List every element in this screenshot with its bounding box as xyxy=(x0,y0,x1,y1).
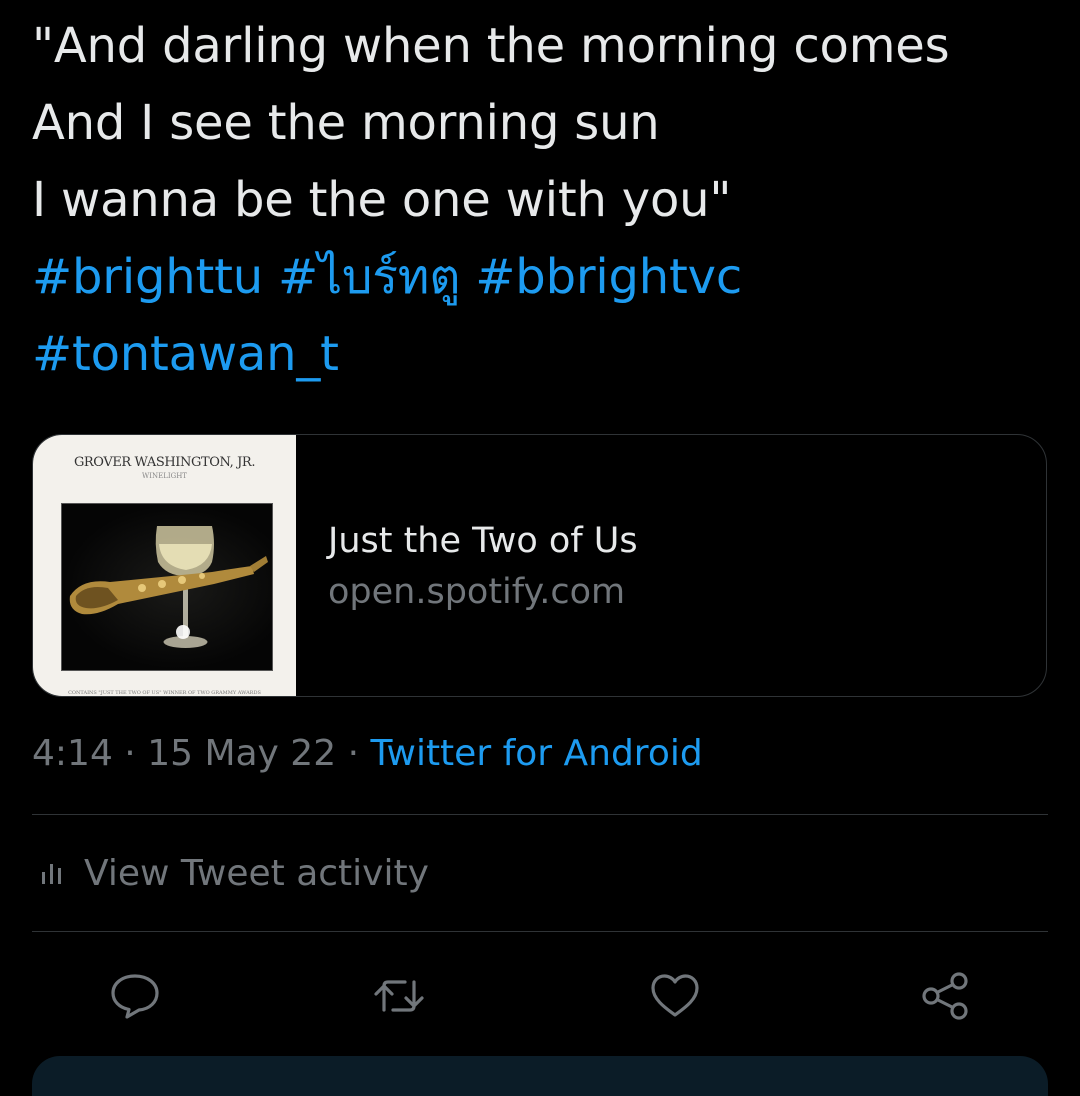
share-button[interactable] xyxy=(917,968,973,1024)
bar-chart-icon xyxy=(38,856,68,890)
album-cover: GROVER WASHINGTON, JR. WINELIGHT CONTAIN… xyxy=(33,435,296,696)
link-card[interactable]: GROVER WASHINGTON, JR. WINELIGHT CONTAIN… xyxy=(32,434,1047,697)
meta-separator: · xyxy=(112,733,148,774)
heart-icon xyxy=(651,974,699,1017)
reply-button[interactable] xyxy=(107,968,163,1024)
card-domain: open.spotify.com xyxy=(328,572,626,612)
hashtag-line: #brighttu #ไบร์ทตู #bbrightvc xyxy=(32,239,1062,316)
view-tweet-activity-button[interactable]: View Tweet activity xyxy=(38,850,429,896)
divider-bottom xyxy=(32,931,1048,932)
reply-icon xyxy=(111,974,159,1019)
tweet-text: "And darling when the morning comes And … xyxy=(32,8,1062,393)
tweet-time: 4:14 xyxy=(32,733,113,774)
hashtag-brighttu[interactable]: #brighttu xyxy=(32,249,263,305)
tweet-line-3: I wanna be the one with you" xyxy=(32,172,732,228)
album-title: WINELIGHT xyxy=(142,472,187,480)
retweet-button[interactable] xyxy=(371,968,427,1024)
share-icon xyxy=(922,972,968,1020)
saxophone-wine-image xyxy=(69,526,268,648)
hashtag-line-2: #tontawan_t xyxy=(32,316,1062,393)
album-photo xyxy=(61,503,273,671)
reply-composer-bar[interactable] xyxy=(32,1056,1048,1096)
hashtag-bbrightvc[interactable]: #bbrightvc xyxy=(475,249,742,305)
tweet-line-1: "And darling when the morning comes xyxy=(32,18,950,74)
hashtag-tontawan[interactable]: #tontawan_t xyxy=(32,326,339,382)
divider-top xyxy=(32,814,1048,815)
meta-separator-2: · xyxy=(336,733,371,774)
tweet-date: 15 May 22 xyxy=(147,733,337,774)
tweet-meta: 4:14 · 15 May 22 · Twitter for Android xyxy=(32,733,703,774)
card-title: Just the Two of Us xyxy=(328,521,638,561)
retweet-icon xyxy=(374,980,424,1012)
hashtag-thai[interactable]: #ไบร์ทตู xyxy=(278,249,460,305)
tweet-source-link[interactable]: Twitter for Android xyxy=(370,733,702,774)
tweet-line-2: And I see the morning sun xyxy=(32,95,660,151)
like-button[interactable] xyxy=(647,968,703,1024)
album-artist: GROVER WASHINGTON, JR. xyxy=(73,455,256,470)
album-footer: CONTAINS "JUST THE TWO OF US" WINNER OF … xyxy=(68,690,261,696)
view-tweet-activity-label: View Tweet activity xyxy=(84,852,429,894)
